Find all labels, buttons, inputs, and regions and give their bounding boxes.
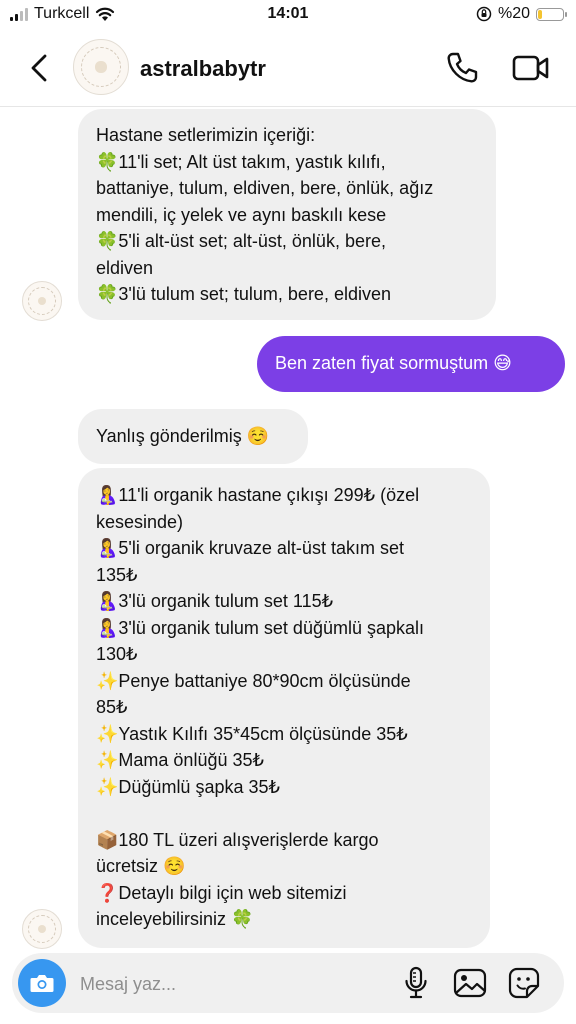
message-line: 135₺ <box>96 564 138 585</box>
video-call-button[interactable] <box>510 50 552 86</box>
video-camera-icon <box>512 55 549 81</box>
status-bar: Turkcell 14:01 %20 <box>0 0 576 30</box>
voice-message-button[interactable] <box>398 965 434 1001</box>
gallery-icon <box>453 968 487 998</box>
message-line: ücretsiz ☺️ <box>96 856 186 876</box>
battery-percentage: %20 <box>497 5 530 22</box>
profile-avatar[interactable] <box>73 39 129 95</box>
message-line: eldiven <box>96 257 154 278</box>
message-line: ❓Detaylı bilgi için web sitemizi <box>96 882 347 903</box>
phone-icon <box>447 52 478 83</box>
message-line: 🍀5'li alt-üst set; alt-üst, önlük, bere, <box>96 231 386 251</box>
sender-avatar[interactable] <box>22 909 62 949</box>
back-button[interactable] <box>22 48 56 88</box>
message-line: ✨Mama önlüğü 35₺ <box>96 750 264 770</box>
message-line: ✨Penye battaniye 80*90cm ölçüsünde <box>96 670 411 691</box>
message-line: mendili, iç yelek ve aynı baskılı kese <box>96 204 387 225</box>
gallery-button[interactable] <box>452 965 488 1001</box>
camera-button[interactable] <box>18 959 66 1007</box>
message-line: ✨Yastık Kılıfı 35*45cm ölçüsünde 35₺ <box>96 723 408 744</box>
message-line: 85₺ <box>96 697 128 717</box>
message-line: 🍀11'li set; Alt üst takım, yastık kılıfı… <box>96 151 386 172</box>
battery-icon <box>536 7 567 21</box>
message-line: 🤱3'lü organik tulum set düğümlü şapkalı <box>96 617 425 638</box>
incoming-message[interactable]: Yanlış gönderilmiş ☺️ <box>78 409 308 464</box>
message-line: inceleyebilirsiniz 🍀 <box>96 909 254 929</box>
microphone-icon <box>405 966 427 999</box>
voice-call-button[interactable] <box>444 50 480 86</box>
message-line: 🤱5'li organik kruvaze alt-üst takım set <box>96 538 404 558</box>
incoming-message[interactable]: Hastane setlerimizin içeriği: 🍀11'li set… <box>78 109 496 320</box>
message-input[interactable] <box>78 967 382 1001</box>
message-line: Hastane setlerimizin içeriği: <box>96 125 316 145</box>
chat-header: astralbabytr <box>0 30 576 107</box>
orientation-lock-icon <box>476 6 492 22</box>
sticker-button[interactable] <box>506 965 542 1001</box>
message-line: Yanlış gönderilmiş ☺️ <box>96 426 270 446</box>
sender-avatar[interactable] <box>22 281 62 321</box>
outgoing-message[interactable]: Ben zaten fiyat sormuştum 😅 <box>257 336 565 392</box>
chat-username[interactable]: astralbabytr <box>140 56 266 82</box>
battery-fill <box>538 9 543 19</box>
sticker-icon <box>508 967 540 999</box>
incoming-message[interactable]: 🤱11'li organik hastane çıkışı 299₺ (özel… <box>78 468 490 948</box>
message-line: Ben zaten fiyat sormuştum 😅 <box>275 353 512 373</box>
message-line: kesesinde) <box>96 511 184 532</box>
message-line: battaniye, tulum, eldiven, bere, önlük, … <box>96 178 434 198</box>
message-line: 📦180 TL üzeri alışverişlerde kargo <box>96 829 379 850</box>
message-line: ✨Düğümlü şapka 35₺ <box>96 776 280 797</box>
message-line <box>96 800 472 827</box>
message-line: 130₺ <box>96 644 138 664</box>
message-line: 🤱3'lü organik tulum set 115₺ <box>96 591 334 611</box>
camera-icon <box>30 975 54 992</box>
message-line: 🍀3'lü tulum set; tulum, bere, eldiven <box>96 284 391 304</box>
chevron-left-icon <box>31 54 47 82</box>
message-line: 🤱11'li organik hastane çıkışı 299₺ (özel <box>96 485 420 505</box>
message-composer <box>12 953 564 1013</box>
status-right: %20 <box>476 5 567 23</box>
